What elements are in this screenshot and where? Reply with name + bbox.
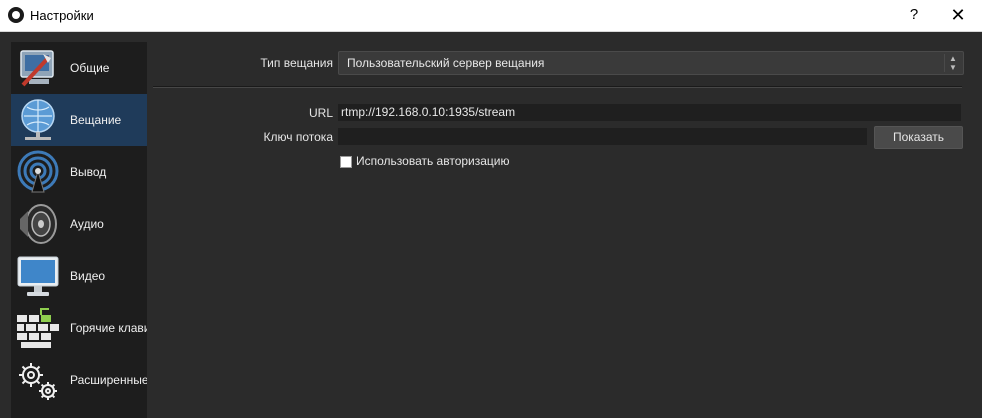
- help-button[interactable]: ?: [903, 4, 925, 26]
- sidebar-item-label: Горячие клави: [70, 321, 147, 335]
- spin-arrows-icon: ▲ ▼: [944, 54, 961, 72]
- use-auth-checkbox[interactable]: [340, 156, 352, 168]
- section-divider: [153, 86, 962, 88]
- stream-key-label: Ключ потока: [263, 130, 333, 144]
- sidebar-item-label: Общие: [70, 61, 110, 75]
- sidebar-item-label: Вещание: [70, 113, 122, 127]
- general-settings-icon: [20, 50, 54, 87]
- globe-network-icon: [21, 99, 55, 140]
- speaker-icon: [20, 204, 57, 244]
- sidebar-item-label: Видео: [70, 269, 106, 283]
- sidebar-item-hotkeys[interactable]: Горячие клави: [11, 302, 147, 354]
- settings-window: Настройки ? ✕ Общие Вещание Вывод Аудио …: [0, 0, 982, 418]
- url-label: URL: [308, 106, 333, 120]
- sidebar-item-video[interactable]: Видео: [11, 250, 147, 302]
- sidebar-item-label: Вывод: [70, 165, 107, 179]
- window-title: Настройки: [30, 8, 94, 23]
- stream-key-field[interactable]: [338, 128, 867, 145]
- keyboard-icon: [17, 308, 59, 348]
- title-bar: Настройки ? ✕: [0, 0, 982, 32]
- sidebar-item-advanced[interactable]: Расширенные: [11, 354, 147, 406]
- settings-sidebar: Общие Вещание Вывод Аудио Видео Горячие …: [11, 42, 147, 418]
- broadcast-antenna-icon: [17, 150, 59, 193]
- close-button[interactable]: ✕: [944, 4, 972, 26]
- sidebar-item-general[interactable]: Общие: [11, 42, 147, 94]
- url-field[interactable]: rtmp://192.168.0.10:1935/stream: [338, 104, 961, 121]
- sidebar-item-label: Аудио: [70, 217, 104, 231]
- sidebar-item-label: Расширенные: [70, 373, 147, 387]
- stream-settings-panel: Тип вещания Пользовательский сервер веща…: [153, 42, 982, 418]
- stream-type-label: Тип вещания: [260, 56, 333, 70]
- sidebar-item-stream[interactable]: Вещание: [11, 94, 147, 146]
- gears-icon: [19, 363, 57, 400]
- sidebar-item-audio[interactable]: Аудио: [11, 198, 147, 250]
- obs-logo-icon: [8, 7, 24, 23]
- stream-type-value: Пользовательский сервер вещания: [347, 56, 545, 70]
- show-key-button[interactable]: Показать: [874, 126, 963, 149]
- use-auth-label[interactable]: Использовать авторизацию: [356, 154, 510, 168]
- stream-type-select[interactable]: Пользовательский сервер вещания ▲ ▼: [338, 51, 964, 75]
- monitor-icon: [17, 256, 59, 296]
- sidebar-item-output[interactable]: Вывод: [11, 146, 147, 198]
